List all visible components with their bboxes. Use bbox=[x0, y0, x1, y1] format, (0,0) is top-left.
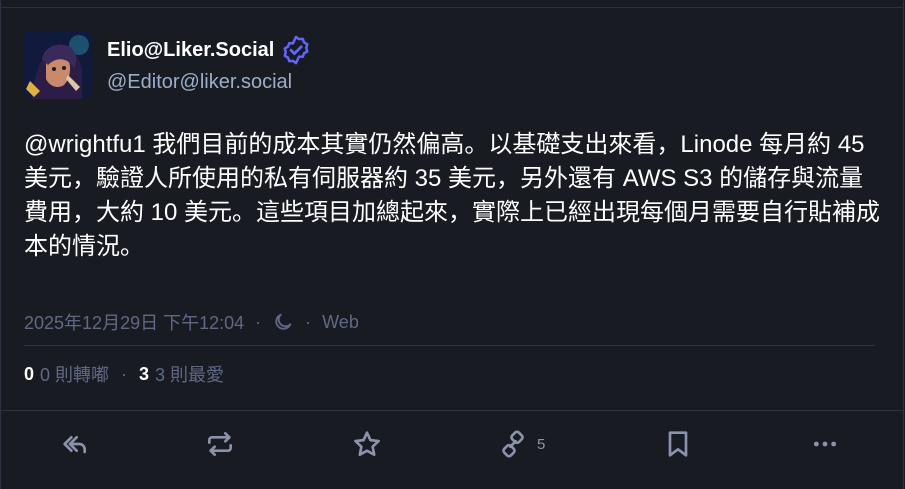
more-button[interactable] bbox=[809, 428, 841, 460]
more-icon bbox=[813, 441, 837, 447]
status-stats: 0 0 則轉嘟 · 3 3 則最愛 bbox=[24, 361, 224, 387]
boost-button[interactable] bbox=[204, 428, 236, 460]
timestamp-link[interactable]: 2025年12月29日 下午12:04 bbox=[24, 309, 244, 335]
status-meta: 2025年12月29日 下午12:04 · · Web bbox=[24, 309, 359, 335]
avatar-image bbox=[24, 31, 92, 99]
bookmark-button[interactable] bbox=[662, 428, 694, 460]
meta-separator: · bbox=[305, 311, 312, 332]
quote-icon bbox=[502, 430, 524, 458]
favourite-icon bbox=[354, 431, 380, 456]
mention-link[interactable]: @wrightfu1 bbox=[24, 131, 146, 158]
favourite-button[interactable] bbox=[351, 428, 383, 460]
reply-button[interactable] bbox=[58, 428, 90, 460]
top-divider bbox=[0, 7, 904, 8]
application-source: Web bbox=[322, 311, 359, 332]
bookmark-icon bbox=[668, 431, 688, 457]
verified-badge-icon bbox=[281, 35, 311, 65]
account-handle[interactable]: @Editor@liker.social bbox=[107, 71, 292, 94]
quote-button[interactable]: 5 bbox=[497, 428, 545, 460]
reblogs-count[interactable]: 0 bbox=[24, 364, 34, 385]
meta-separator: · bbox=[255, 311, 262, 332]
divider bbox=[24, 345, 875, 346]
favourites-label[interactable]: 3 則最愛 bbox=[155, 361, 224, 387]
stats-separator: · bbox=[121, 363, 128, 384]
reblogs-label[interactable]: 0 則轉嘟 bbox=[40, 361, 109, 387]
favourites-count[interactable]: 3 bbox=[139, 364, 149, 385]
moon-icon bbox=[272, 311, 294, 333]
display-name-text: Elio@Liker.Social bbox=[107, 38, 275, 61]
reply-icon bbox=[63, 436, 86, 454]
boost-icon bbox=[208, 432, 232, 456]
avatar[interactable] bbox=[24, 31, 92, 99]
display-name[interactable]: Elio@Liker.Social bbox=[107, 35, 311, 65]
status-content: @wrightfu1 我們目前的成本其實仍然偏高。以基礎支出來看，Linode … bbox=[24, 128, 884, 264]
status-text: 我們目前的成本其實仍然偏高。以基礎支出來看，Linode 每月約 45 美元，驗… bbox=[24, 131, 881, 260]
quote-count: 5 bbox=[537, 435, 546, 453]
divider bbox=[0, 410, 904, 411]
